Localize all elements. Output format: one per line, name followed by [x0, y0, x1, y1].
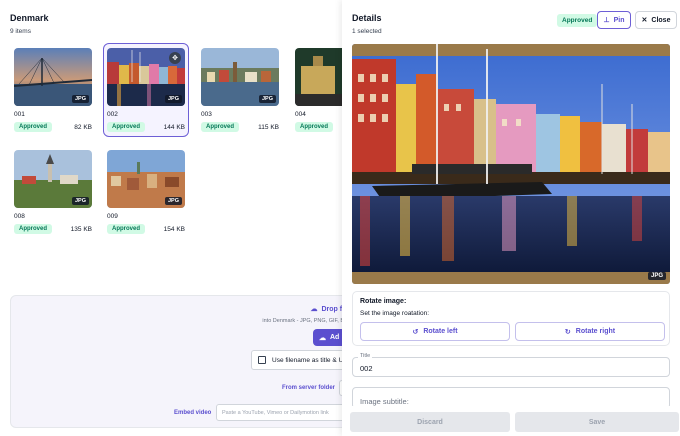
filename-title-checkbox[interactable]: Use filename as title & U	[251, 350, 351, 370]
status-badge: Approved	[107, 122, 146, 132]
rotate-section: Rotate image: Set the image roatation: ↺…	[352, 291, 670, 346]
embed-video-label: Embed video	[174, 410, 212, 416]
gallery-item[interactable]: JPG 003 Approved 115 KB	[201, 48, 285, 132]
rotate-right-icon: ↻	[564, 328, 571, 336]
drop-title: Drop fi	[321, 305, 344, 313]
item-name: 003	[201, 111, 212, 118]
status-badge: Approved	[295, 122, 334, 132]
details-footer: Discard Save	[342, 406, 680, 436]
format-badge: JPG	[647, 272, 666, 280]
item-name: 009	[107, 213, 118, 220]
move-icon[interactable]: ✥	[169, 52, 181, 64]
discard-button[interactable]: Discard	[350, 412, 510, 432]
format-badge: JPG	[164, 197, 182, 205]
thumbnail-city-rooftops[interactable]: JPG	[107, 150, 185, 208]
item-name: 001	[14, 111, 25, 118]
close-button[interactable]: ✕ Close	[635, 11, 677, 29]
title-field[interactable]: Title 002	[352, 353, 670, 377]
upload-dropzone[interactable]: ☁ Drop fi into Denmark - JPG, PNG, GIF, …	[10, 295, 351, 428]
status-badge: Approved	[14, 224, 53, 234]
pin-button[interactable]: ⊥ Pin	[597, 11, 631, 29]
embed-video-input[interactable]: Paste a YouTube, Vimeo or Dailymotion li…	[216, 404, 351, 421]
pin-icon: ⊥	[603, 17, 610, 24]
status-badge: Approved	[107, 224, 146, 234]
thumbnail-bridge[interactable]: JPG	[14, 48, 92, 106]
rotate-subtitle: Set the image roatation:	[360, 310, 430, 317]
rotate-right-button[interactable]: ↻ Rotate right	[515, 322, 665, 341]
checkbox[interactable]	[258, 356, 266, 364]
drop-subtitle: into Denmark - JPG, PNG, GIF, B	[262, 318, 344, 324]
rotate-left-button[interactable]: ↺ Rotate left	[360, 322, 510, 341]
thumbnail-night-building[interactable]	[295, 48, 342, 106]
cloud-upload-icon: ☁	[319, 334, 326, 342]
format-badge: JPG	[258, 95, 276, 103]
close-icon: ✕	[641, 17, 648, 24]
gallery-item[interactable]: 004 Approved	[295, 48, 342, 132]
thumbnail-harbor-town[interactable]: JPG	[201, 48, 279, 106]
title-value[interactable]: 002	[360, 364, 373, 373]
file-size: 154 KB	[163, 225, 185, 233]
gallery-item[interactable]: JPG 009 Approved 154 KB	[107, 150, 191, 234]
cloud-upload-icon: ☁	[310, 306, 318, 313]
gallery-title: Denmark	[10, 13, 49, 23]
details-panel: Details 1 selected Approved ⊥ Pin ✕ Clos…	[342, 0, 680, 436]
status-badge: Approved	[14, 122, 53, 132]
thumbnail-church-village[interactable]: JPG	[14, 150, 92, 208]
gallery-item-selected[interactable]: ✥ JPG 002 Approved 144 KB	[103, 43, 189, 137]
details-subtitle: 1 selected	[352, 28, 382, 35]
rotate-title: Rotate image:	[360, 298, 407, 305]
format-badge: JPG	[71, 95, 89, 103]
thumbnail-nyhavn[interactable]: ✥ JPG	[107, 48, 185, 106]
save-button[interactable]: Save	[515, 412, 679, 432]
file-size: 144 KB	[163, 123, 185, 131]
details-title: Details	[352, 13, 382, 23]
status-badge: Approved	[201, 122, 240, 132]
file-size: 115 KB	[258, 123, 279, 131]
item-name: 004	[295, 111, 306, 118]
subtitle-placeholder[interactable]: Image subtitle:	[360, 397, 409, 406]
title-label: Title	[358, 353, 373, 359]
gallery-panel: Denmark 9 items JPG 001 Approved 82 KB ✥…	[0, 0, 351, 436]
gallery-count: 9 items	[10, 28, 31, 35]
format-badge: JPG	[164, 95, 182, 103]
image-preview: JPG	[352, 44, 670, 284]
item-name: 008	[14, 213, 25, 220]
status-badge: Approved	[557, 14, 598, 27]
server-folder-label[interactable]: From server folder	[282, 385, 335, 391]
gallery-item[interactable]: JPG 001 Approved 82 KB	[14, 48, 98, 132]
file-size: 82 KB	[74, 123, 92, 131]
item-name: 002	[107, 111, 118, 118]
rotate-left-icon: ↺	[412, 328, 419, 336]
gallery-item[interactable]: JPG 008 Approved 135 KB	[14, 150, 98, 234]
file-size: 135 KB	[70, 225, 92, 233]
format-badge: JPG	[71, 197, 89, 205]
